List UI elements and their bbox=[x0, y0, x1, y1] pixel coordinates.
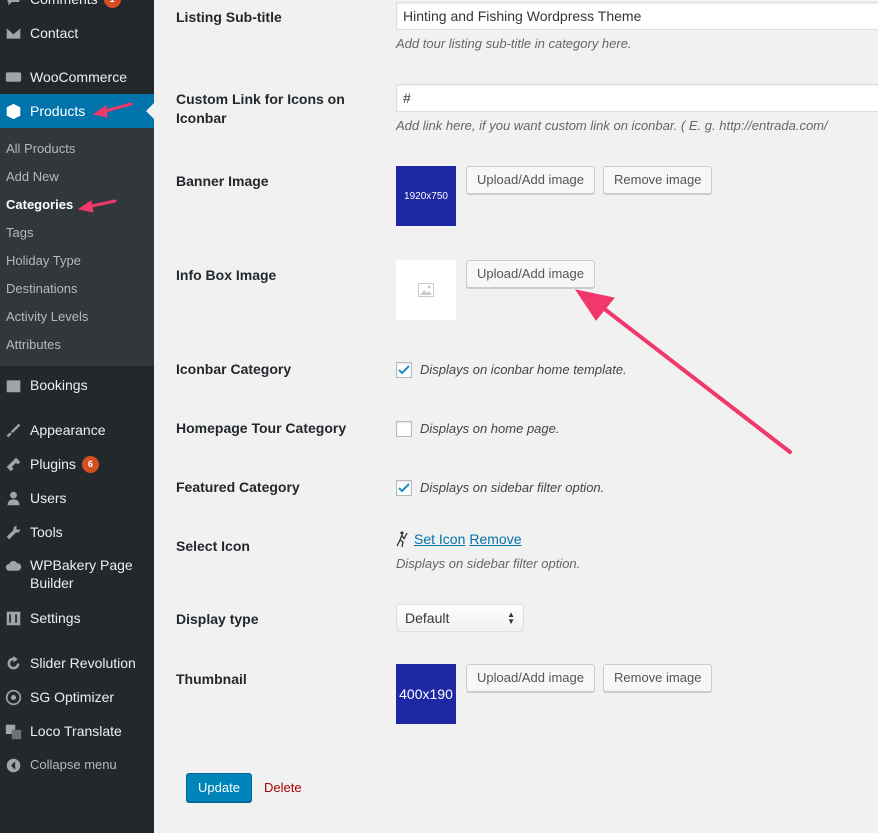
thumbnail-upload-button[interactable]: Upload/Add image bbox=[466, 664, 595, 692]
comments-count-badge: 1 bbox=[103, 0, 121, 8]
settings-icon bbox=[4, 609, 22, 627]
products-icon bbox=[4, 102, 22, 120]
thumbnail-label: Thumbnail bbox=[176, 671, 247, 687]
submenu-categories[interactable]: Categories bbox=[6, 197, 73, 212]
submenu-activity-levels[interactable]: Activity Levels bbox=[6, 309, 88, 324]
select-icon-description: Displays on sidebar filter option. bbox=[396, 556, 581, 571]
display-type-select[interactable]: Default ▲ ▼ bbox=[396, 604, 524, 632]
banner-remove-button[interactable]: Remove image bbox=[603, 166, 713, 194]
banner-upload-button[interactable]: Upload/Add image bbox=[466, 166, 595, 194]
submenu-attributes[interactable]: Attributes bbox=[6, 337, 61, 352]
hiker-icon bbox=[396, 531, 408, 547]
thumbnail-remove-button[interactable]: Remove image bbox=[603, 664, 713, 692]
menu-plugins[interactable]: Plugins 6 bbox=[0, 454, 154, 474]
refresh-icon bbox=[4, 654, 22, 672]
submenu-tags[interactable]: Tags bbox=[6, 225, 33, 240]
cloud-icon bbox=[4, 557, 22, 575]
calendar-icon bbox=[4, 376, 22, 394]
products-submenu: All Products Add New Categories Tags Hol… bbox=[0, 128, 154, 366]
display-type-selected-value: Default bbox=[405, 610, 450, 626]
custom-link-input[interactable] bbox=[396, 84, 878, 112]
display-type-label: Display type bbox=[176, 611, 259, 627]
banner-image-size-text: 1920x750 bbox=[404, 190, 448, 202]
info-box-image-label: Info Box Image bbox=[176, 267, 277, 283]
users-icon bbox=[4, 489, 22, 507]
checkmark-icon bbox=[398, 483, 410, 493]
menu-contact[interactable]: Contact bbox=[0, 22, 154, 44]
banner-image-preview: 1920x750 bbox=[396, 166, 456, 226]
subtitle-description: Add tour listing sub-title in category h… bbox=[396, 36, 632, 51]
menu-products[interactable]: Products bbox=[0, 94, 154, 128]
thumbnail-size-text: 400x190 bbox=[399, 686, 453, 702]
menu-wpbakery[interactable]: WPBakery Page Builder bbox=[0, 556, 154, 594]
subtitle-input[interactable] bbox=[396, 2, 878, 30]
custom-link-description: Add link here, if you want custom link o… bbox=[396, 118, 828, 133]
menu-bookings[interactable]: Bookings bbox=[0, 375, 154, 395]
homepage-tour-category-label: Homepage Tour Category bbox=[176, 420, 347, 436]
select-arrows-icon: ▲ ▼ bbox=[507, 610, 515, 626]
info-box-image-placeholder bbox=[396, 260, 456, 320]
subtitle-label: Listing Sub-title bbox=[176, 9, 282, 25]
sg-icon bbox=[4, 688, 22, 706]
collapse-icon bbox=[4, 756, 22, 774]
custom-link-label: Custom Link for Icons on Iconbar bbox=[176, 91, 345, 126]
delete-link[interactable]: Delete bbox=[264, 780, 302, 795]
featured-category-label: Featured Category bbox=[176, 479, 300, 495]
select-icon-controls: Set Icon Remove bbox=[396, 531, 522, 547]
homepage-tour-category-checkbox[interactable] bbox=[396, 421, 412, 437]
featured-category-checkbox[interactable] bbox=[396, 480, 412, 496]
edit-category-form: Listing Sub-title Add tour listing sub-t… bbox=[154, 0, 878, 833]
select-icon-label: Select Icon bbox=[176, 538, 250, 554]
admin-sidebar: Comments 1 Contact WooCommerce Products … bbox=[0, 0, 154, 833]
submenu-destinations[interactable]: Destinations bbox=[6, 281, 78, 296]
comment-icon bbox=[4, 0, 22, 8]
menu-loco-translate[interactable]: Loco Translate bbox=[0, 721, 154, 741]
submenu-all-products[interactable]: All Products bbox=[6, 141, 75, 156]
woo-icon bbox=[4, 68, 22, 86]
plugins-count-badge: 6 bbox=[81, 455, 99, 473]
submenu-holiday-type[interactable]: Holiday Type bbox=[6, 253, 81, 268]
set-icon-link[interactable]: Set Icon bbox=[414, 531, 465, 547]
menu-users[interactable]: Users bbox=[0, 488, 154, 508]
translate-icon bbox=[4, 722, 22, 740]
brush-icon bbox=[4, 421, 22, 439]
menu-sg-optimizer[interactable]: SG Optimizer bbox=[0, 687, 154, 707]
iconbar-category-description: Displays on iconbar home template. bbox=[420, 362, 627, 377]
menu-slider-revolution[interactable]: Slider Revolution bbox=[0, 653, 154, 673]
menu-appearance[interactable]: Appearance bbox=[0, 420, 154, 440]
current-menu-notch bbox=[146, 103, 154, 119]
featured-category-description: Displays on sidebar filter option. bbox=[420, 480, 605, 495]
menu-settings[interactable]: Settings bbox=[0, 608, 154, 628]
update-button[interactable]: Update bbox=[186, 773, 252, 802]
image-placeholder-icon bbox=[418, 283, 434, 297]
iconbar-category-label: Iconbar Category bbox=[176, 361, 292, 377]
plugin-icon bbox=[4, 455, 22, 473]
checkmark-icon bbox=[398, 365, 410, 375]
submenu-add-new[interactable]: Add New bbox=[6, 169, 59, 184]
homepage-tour-category-description: Displays on home page. bbox=[420, 421, 560, 436]
iconbar-category-checkbox[interactable] bbox=[396, 362, 412, 378]
remove-icon-link[interactable]: Remove bbox=[469, 531, 521, 547]
thumbnail-preview: 400x190 bbox=[396, 664, 456, 724]
menu-comments[interactable]: Comments 1 bbox=[0, 0, 154, 10]
envelope-icon bbox=[4, 24, 22, 42]
menu-woocommerce[interactable]: WooCommerce bbox=[0, 66, 154, 88]
menu-tools[interactable]: Tools bbox=[0, 522, 154, 542]
wrench-icon bbox=[4, 523, 22, 541]
info-box-upload-button[interactable]: Upload/Add image bbox=[466, 260, 595, 288]
banner-image-label: Banner Image bbox=[176, 173, 269, 189]
collapse-menu-button[interactable]: Collapse menu bbox=[0, 755, 154, 775]
